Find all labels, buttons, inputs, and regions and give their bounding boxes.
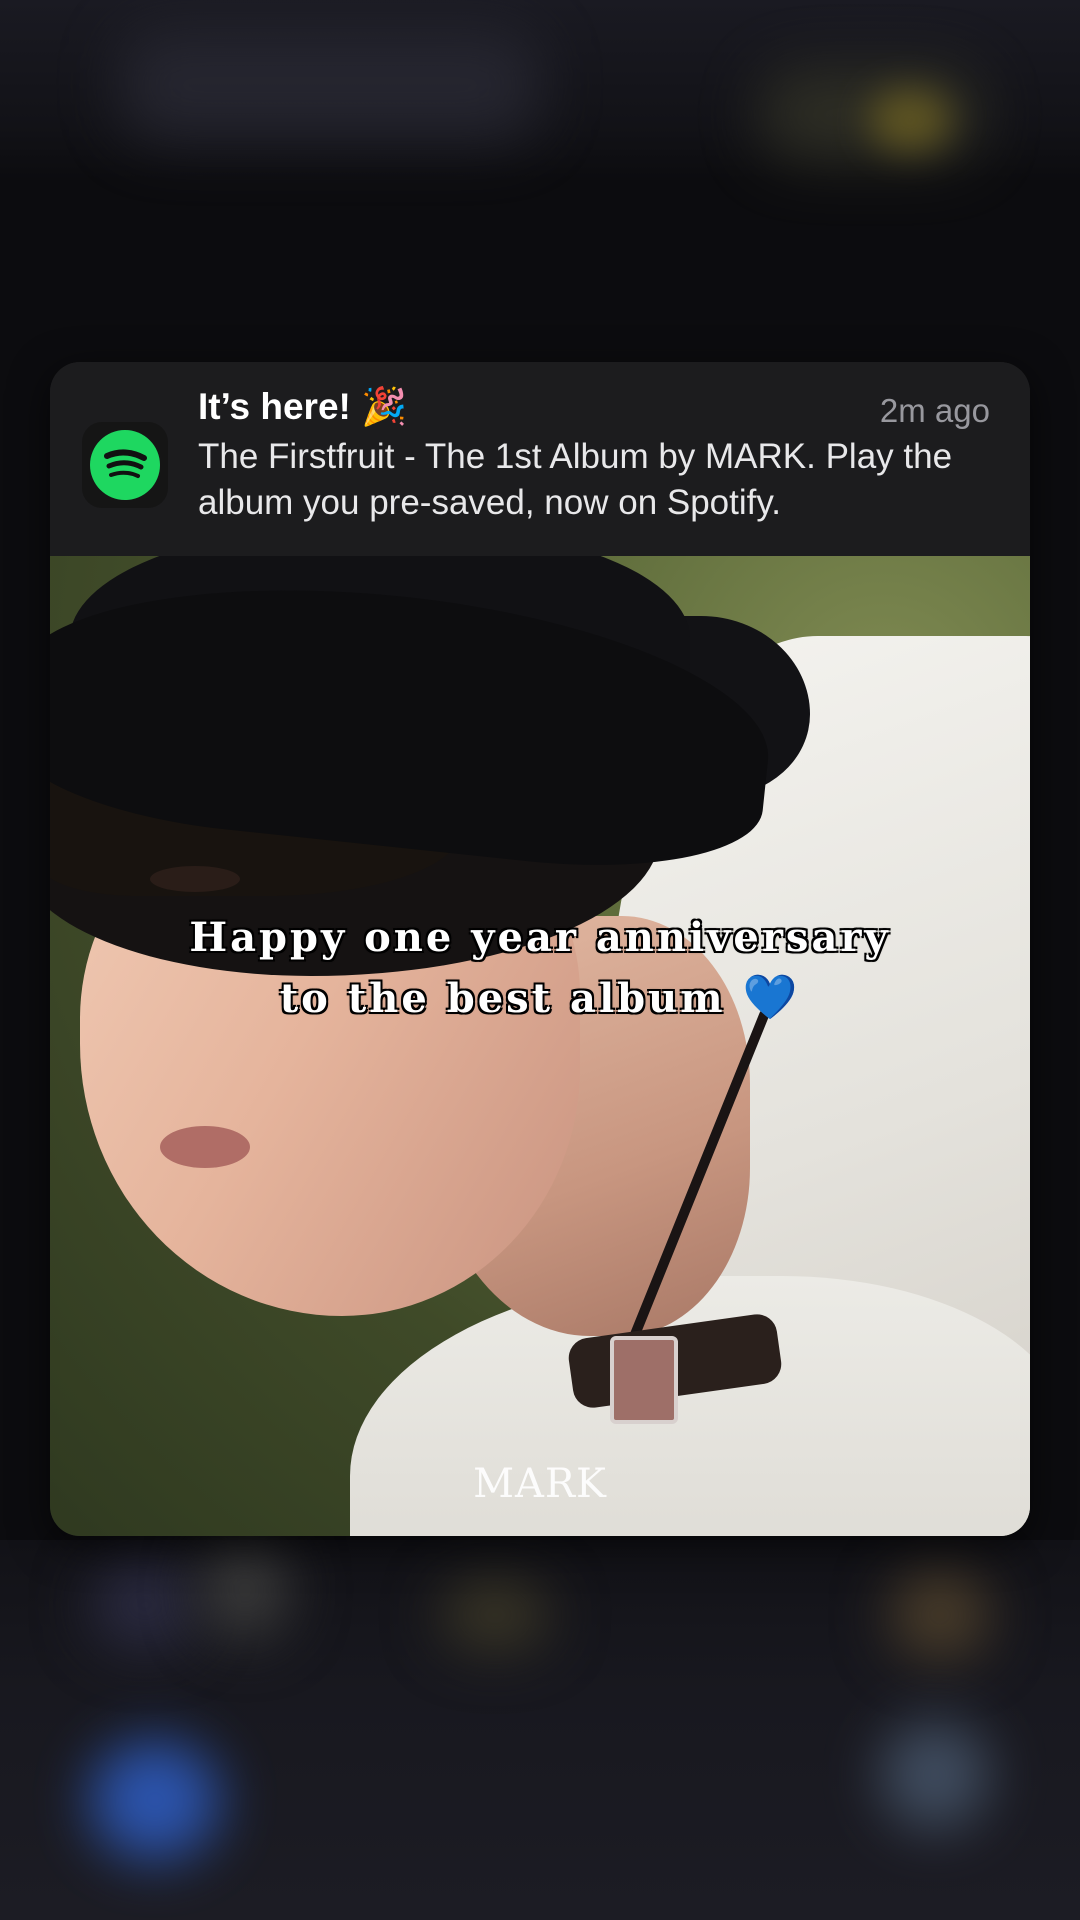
blurred-shape [120, 30, 540, 140]
notification-timestamp: 2m ago [879, 392, 990, 429]
notification-header[interactable]: It’s here! 🎉 2m ago The Firstfruit - The… [50, 362, 1030, 556]
notification-title: It’s here! 🎉 [198, 386, 408, 427]
app-icon-container [82, 422, 168, 508]
eye-shape [150, 866, 240, 892]
blurred-shape [90, 1560, 200, 1650]
blue-heart-icon: 💙 [742, 972, 801, 1023]
spotify-icon [90, 430, 160, 500]
album-art-image: MARK [50, 556, 1030, 1536]
notification-body: The Firstfruit - The 1st Album by MARK. … [198, 437, 953, 522]
blurred-shape [90, 1740, 220, 1860]
blurred-shape [440, 1580, 550, 1650]
pendant-shape [610, 1336, 678, 1424]
blurred-shape [870, 90, 950, 150]
caption-overlay: Happy one year anniversary to the best a… [0, 908, 1080, 1029]
blurred-shape [890, 1570, 990, 1660]
blurred-background-bottom [0, 1540, 1080, 1920]
caption-line-2: to the best album [279, 975, 726, 1022]
blurred-shape [880, 1720, 990, 1830]
blurred-shape [200, 1540, 290, 1640]
lips-shape [160, 1126, 250, 1168]
caption-line-1: Happy one year anniversary [189, 914, 891, 961]
album-watermark: MARK [473, 1461, 607, 1507]
caption-line-2-row: to the best album 💙 [0, 968, 1080, 1029]
blurred-background-top [0, 0, 1080, 180]
